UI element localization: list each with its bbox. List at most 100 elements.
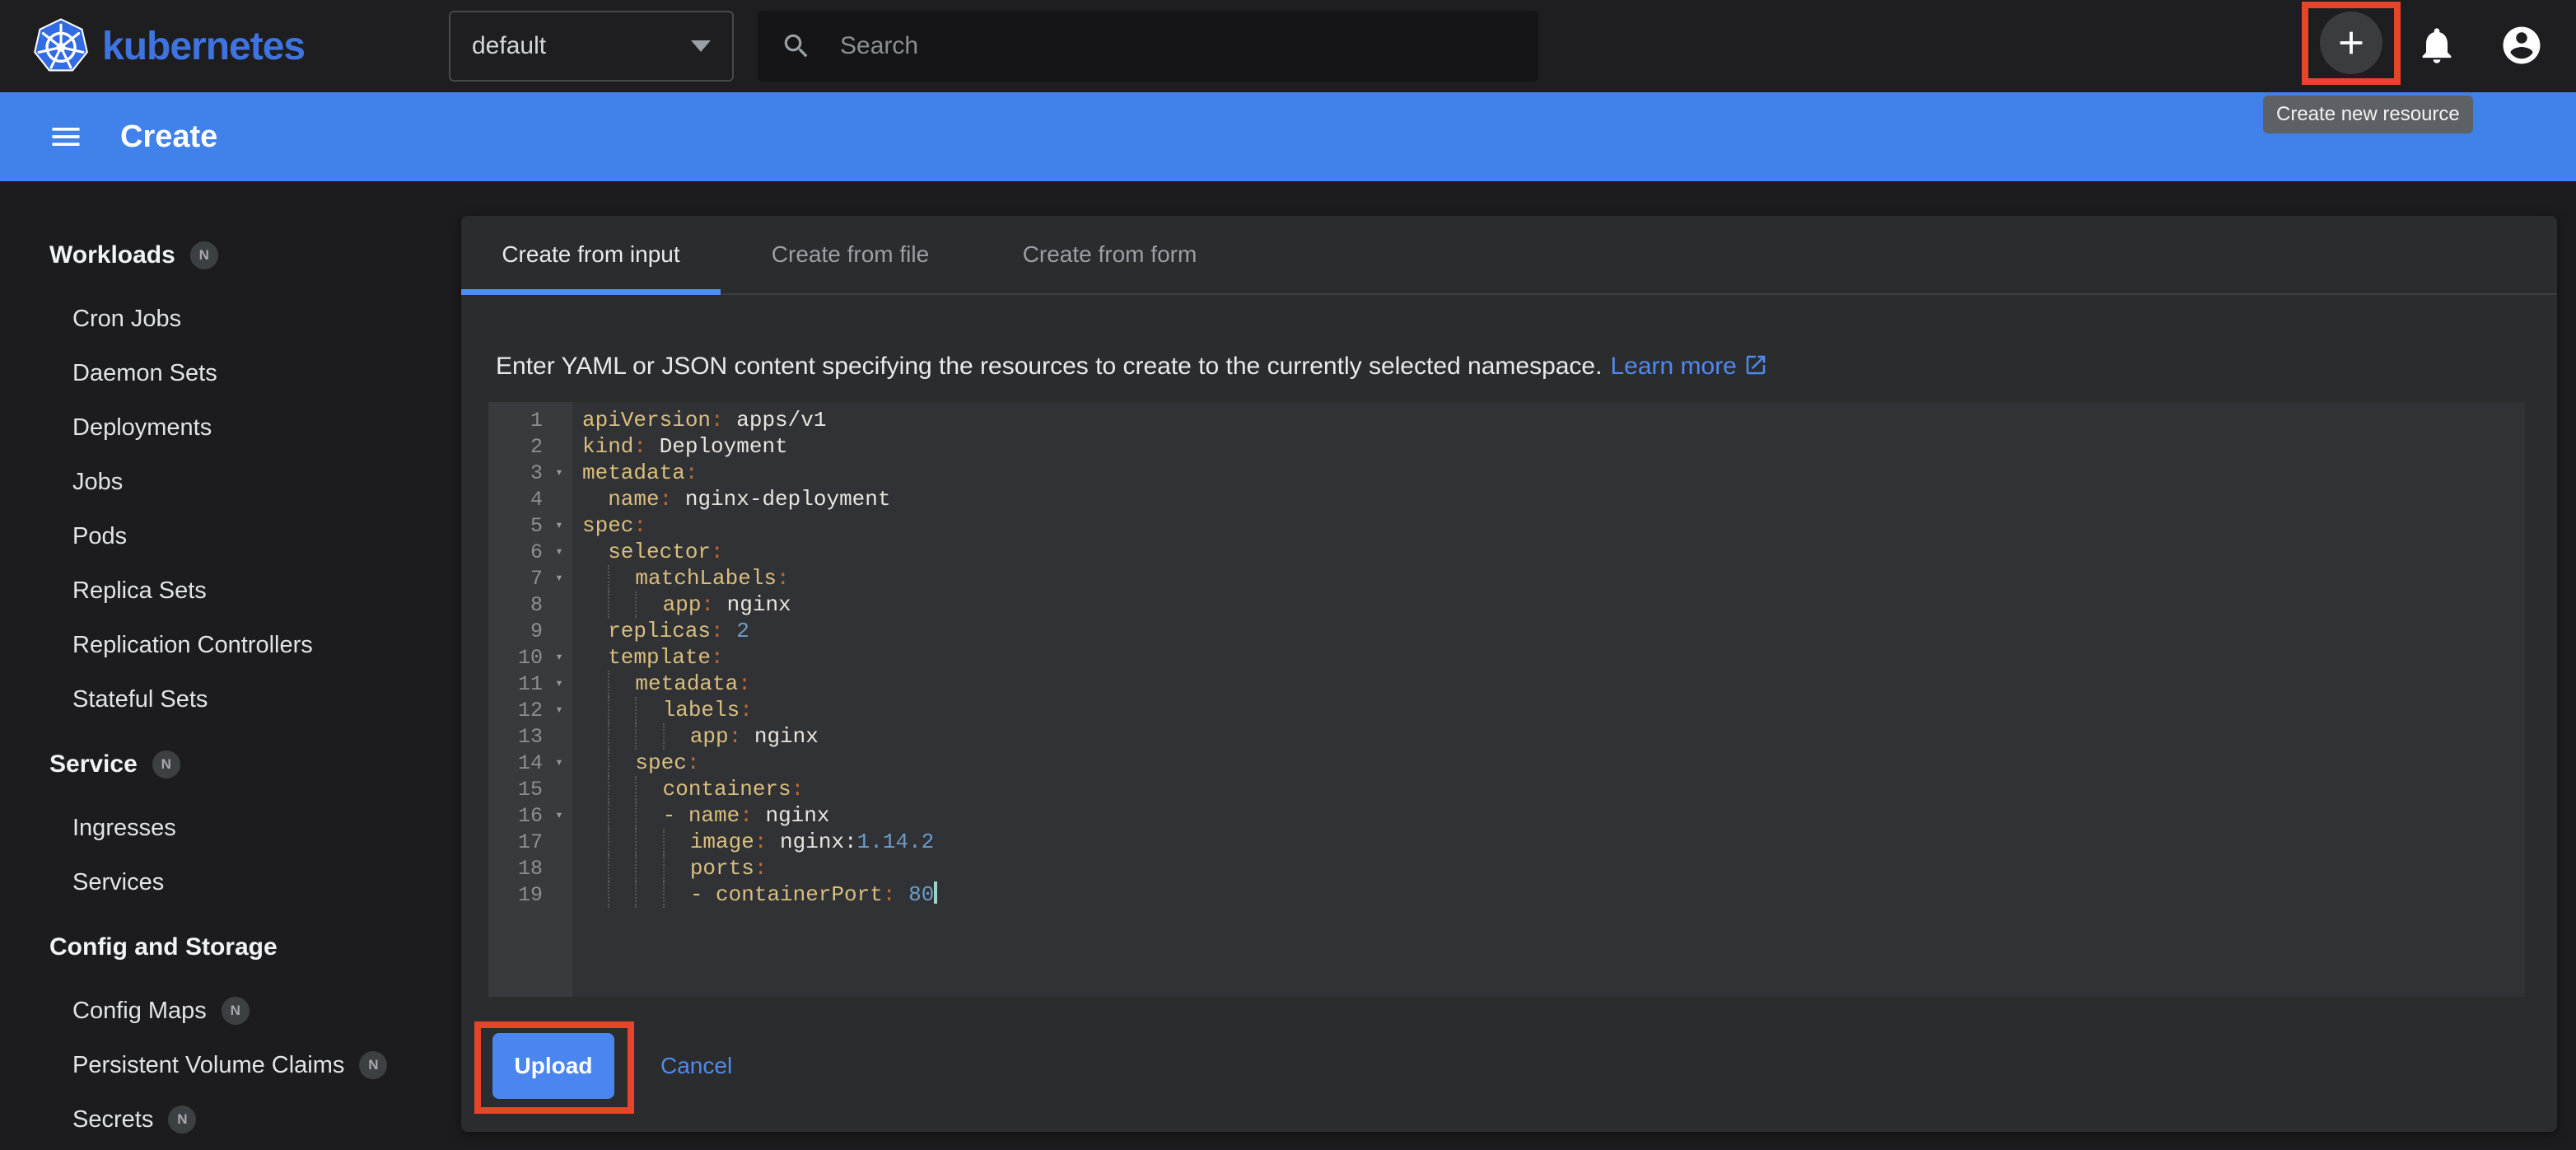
gutter-line-12: 12▾ — [488, 697, 572, 723]
line-number: 19 — [488, 883, 546, 907]
code-line-10: template: — [582, 644, 2525, 671]
line-number: 9 — [488, 619, 546, 643]
sidebar-item-services[interactable]: Services — [0, 855, 461, 909]
tab-create-from-input[interactable]: Create from input — [461, 216, 721, 293]
indent-guide — [608, 829, 635, 855]
indent-guide — [608, 881, 635, 908]
sidebar-item-label: Stateful Sets — [72, 686, 208, 713]
sidebar-item-label: Cron Jobs — [72, 306, 181, 333]
editor-gutter: 123▾45▾6▾7▾8910▾11▾12▾1314▾1516▾171819 — [488, 402, 572, 997]
line-number: 3 — [488, 461, 546, 485]
learn-more-link[interactable]: Learn more — [1610, 353, 1767, 380]
sidebar-item-config-maps[interactable]: Config MapsN — [0, 984, 461, 1038]
fold-toggle-icon[interactable]: ▾ — [546, 539, 572, 565]
cancel-button[interactable]: Cancel — [656, 1052, 737, 1080]
gutter-line-18: 18 — [488, 855, 572, 881]
fold-toggle-icon[interactable]: ▾ — [546, 644, 572, 671]
bell-icon — [2415, 24, 2458, 67]
indent-guide — [663, 855, 690, 881]
sidebar-item-ingresses[interactable]: Ingresses — [0, 801, 461, 855]
code-line-3: metadata: — [582, 460, 2525, 486]
create-card: Create from inputCreate from file Create … — [461, 216, 2557, 1132]
notifications-button[interactable] — [2413, 21, 2461, 69]
description-text: Enter YAML or JSON content specifying th… — [496, 353, 1602, 380]
line-number: 1 — [488, 409, 546, 432]
new-badge: N — [222, 997, 250, 1025]
plus-icon — [2332, 24, 2370, 62]
brand-link[interactable]: kubernetes — [33, 0, 305, 92]
indent-guide — [608, 723, 635, 750]
token-p: : — [754, 856, 768, 881]
token-v: nginx — [741, 724, 819, 749]
sidebar-item-secrets[interactable]: SecretsN — [0, 1092, 461, 1147]
sidebar-section-config-and-storage[interactable]: Config and Storage — [0, 919, 461, 975]
token-k: replicas — [608, 619, 711, 643]
fold-toggle-icon[interactable]: ▾ — [546, 565, 572, 591]
indent-guide — [635, 697, 662, 723]
fold-toggle-icon[interactable]: ▾ — [546, 750, 572, 776]
indent-guide — [663, 829, 690, 855]
line-number: 6 — [488, 540, 546, 564]
token-p: : — [777, 566, 790, 591]
sidebar-item-stateful-sets[interactable]: Stateful Sets — [0, 672, 461, 727]
token-k: name — [608, 487, 659, 512]
sidebar-item-daemon-sets[interactable]: Daemon Sets — [0, 346, 461, 400]
line-number: 8 — [488, 593, 546, 617]
text-cursor — [934, 881, 937, 904]
tab-create-from-file[interactable]: Create from file — [721, 216, 980, 293]
indent-guide — [608, 671, 635, 697]
sidebar-item-persistent-volume-claims[interactable]: Persistent Volume ClaimsN — [0, 1038, 461, 1092]
search-box — [758, 11, 1538, 82]
sidebar-item-cron-jobs[interactable]: Cron Jobs — [0, 292, 461, 346]
token-p: : — [883, 882, 896, 907]
namespace-selector[interactable]: default — [449, 11, 734, 82]
gutter-line-9: 9 — [488, 618, 572, 644]
yaml-editor[interactable]: 123▾45▾6▾7▾8910▾11▾12▾1314▾1516▾171819 a… — [488, 402, 2525, 997]
indent-guide — [608, 565, 635, 591]
indent-guide — [635, 802, 662, 829]
gutter-line-14: 14▾ — [488, 750, 572, 776]
sidebar-item-jobs[interactable]: Jobs — [0, 455, 461, 509]
fold-toggle-icon[interactable]: ▾ — [546, 802, 572, 829]
search-input[interactable] — [838, 31, 1515, 61]
token-k: matchLabels — [635, 566, 777, 591]
sidebar-section-service[interactable]: ServiceN — [0, 736, 461, 792]
code-line-5: spec: — [582, 512, 2525, 539]
fold-toggle-icon[interactable]: ▾ — [546, 460, 572, 486]
hamburger-icon — [48, 117, 84, 157]
code-line-7: matchLabels: — [582, 565, 2525, 591]
create-new-resource-button[interactable] — [2320, 12, 2382, 74]
fold-toggle-icon[interactable]: ▾ — [546, 512, 572, 539]
sidebar-item-pods[interactable]: Pods — [0, 509, 461, 563]
code-line-16: - name: nginx — [582, 802, 2525, 829]
fold-toggle-icon[interactable]: ▾ — [546, 671, 572, 697]
code-line-12: labels: — [582, 697, 2525, 723]
tab-create-from-form[interactable]: Create from form — [980, 216, 1239, 293]
sidebar-item-replica-sets[interactable]: Replica Sets — [0, 563, 461, 618]
line-number: 4 — [488, 488, 546, 512]
token-k: template — [608, 645, 711, 670]
sidebar-section-workloads[interactable]: WorkloadsN — [0, 227, 461, 283]
upload-button[interactable]: Upload — [492, 1033, 614, 1099]
sidebar-item-replication-controllers[interactable]: Replication Controllers — [0, 618, 461, 672]
indent-guide — [635, 723, 662, 750]
token-k: app — [690, 724, 729, 749]
token-k: spec — [635, 750, 686, 775]
gutter-line-16: 16▾ — [488, 802, 572, 829]
indent-guide — [635, 591, 662, 618]
code-line-4: name: nginx-deployment — [582, 486, 2525, 512]
gutter-line-7: 7▾ — [488, 565, 572, 591]
account-button[interactable] — [2498, 21, 2546, 69]
fold-toggle-icon[interactable]: ▾ — [546, 697, 572, 723]
kubernetes-logo-icon — [33, 18, 89, 74]
gutter-line-1: 1 — [488, 407, 572, 433]
editor-code-area[interactable]: apiVersion: apps/v1kind: Deploymentmetad… — [572, 402, 2525, 997]
token-k: image — [690, 830, 754, 854]
code-line-15: containers: — [582, 776, 2525, 802]
token-p: : — [729, 724, 742, 749]
indent-guide — [608, 855, 635, 881]
tab-label: Create from form — [1023, 241, 1197, 268]
sidebar-item-deployments[interactable]: Deployments — [0, 400, 461, 455]
code-line-1: apiVersion: apps/v1 — [582, 407, 2525, 433]
menu-button[interactable] — [43, 114, 89, 160]
